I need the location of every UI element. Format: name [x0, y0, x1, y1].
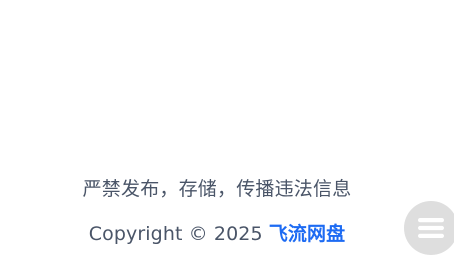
legal-notice: 严禁发布，存储，传播违法信息 — [82, 178, 352, 200]
menu-icon — [418, 218, 444, 238]
brand-link[interactable]: 飞流网盘 — [269, 223, 345, 245]
floating-menu-button[interactable] — [404, 201, 454, 255]
page-footer: 严禁发布，存储，传播违法信息 Copyright © 2025 飞流网盘 — [0, 174, 434, 249]
copyright-text: Copyright © 2025 — [88, 223, 269, 245]
copyright-line: Copyright © 2025 飞流网盘 — [0, 219, 434, 249]
